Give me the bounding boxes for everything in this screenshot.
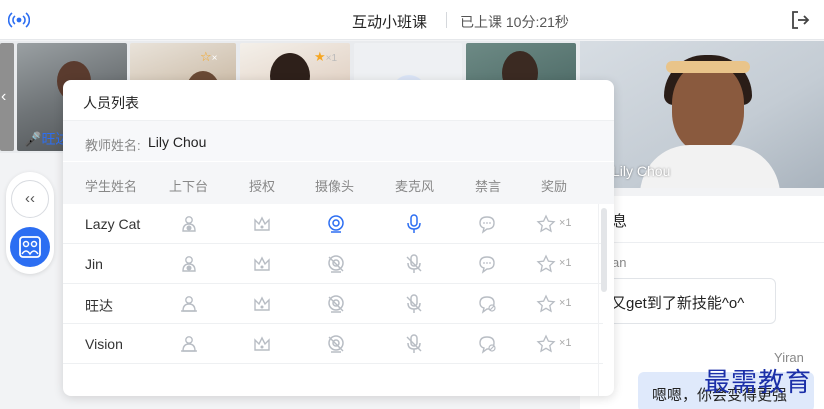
student-name: 旺达 (85, 298, 113, 314)
col-header-microphone: 麦克风 (395, 179, 435, 194)
student-row: Jin ×1 (63, 244, 603, 284)
popup-title: 人员列表 (83, 95, 139, 111)
mute-chat-toggle-icon[interactable] (476, 333, 498, 355)
star-icon: ☆ (200, 49, 212, 64)
teacher-label: 教师姓名: (85, 138, 141, 153)
student-row: 旺达 ×1 (63, 284, 603, 324)
broadcast-signal-icon[interactable] (7, 11, 31, 29)
authorize-toggle-icon[interactable] (251, 253, 273, 275)
scrollbar[interactable] (601, 208, 607, 292)
teacher-face (672, 63, 744, 153)
student-row: Vision ×1 (63, 324, 603, 364)
col-header-student-name: 学生姓名 (85, 179, 138, 194)
mute-chat-toggle-icon[interactable] (476, 213, 498, 235)
col-header-camera: 摄像头 (315, 179, 355, 194)
chevron-left-icon[interactable]: ‹ (1, 88, 6, 106)
col-header-reward: 奖励 (541, 179, 568, 194)
camera-toggle-icon[interactable] (325, 253, 347, 275)
teacher-video-name: Lily Chou (612, 163, 671, 179)
authorize-toggle-icon[interactable] (251, 333, 273, 355)
class-title: 互动小班课 (352, 14, 428, 31)
reward-star-icon[interactable] (535, 213, 557, 235)
stage-toggle-icon[interactable] (178, 333, 200, 355)
chat-message: 又get到了新技能^o^ (598, 278, 776, 324)
student-name: Vision (85, 336, 123, 352)
teacher-row (63, 121, 614, 161)
chat-title: 息 (612, 213, 628, 230)
mute-chat-toggle-icon[interactable] (476, 253, 498, 275)
top-bar: 互动小班课 已上课 10分:21秒 (0, 0, 824, 40)
double-chevron-left-icon: ‹‹ (25, 190, 35, 207)
exit-icon[interactable] (789, 9, 811, 31)
member-list-popup: 人员列表 教师姓名: Lily Chou 学生姓名 上下台 授权 摄像头 麦克风… (63, 80, 614, 396)
reward-count: ×1 (559, 297, 572, 309)
col-header-authorize: 授权 (249, 179, 276, 194)
reward-star-icon[interactable] (535, 253, 557, 275)
student-name: Lazy Cat (85, 216, 141, 232)
camera-toggle-icon[interactable] (325, 333, 347, 355)
watermark-logo: 最需教育 (704, 368, 813, 398)
reward-count: ×1 (559, 257, 572, 269)
authorize-toggle-icon[interactable] (251, 293, 273, 315)
col-header-stage: 上下台 (169, 179, 209, 194)
microphone-toggle-icon[interactable] (403, 253, 425, 275)
authorize-toggle-icon[interactable] (251, 213, 273, 235)
classroom-app: 互动小班课 已上课 10分:21秒 ‹ 🎤旺达 ☆× ★×1 Lily Chou… (0, 0, 824, 409)
collapse-button[interactable]: ‹‹ (11, 180, 49, 218)
class-timer: 已上课 10分:21秒 (460, 14, 569, 30)
reward-count: ×1 (559, 217, 572, 229)
mute-chat-toggle-icon[interactable] (476, 293, 498, 315)
member-list-button[interactable] (10, 227, 50, 267)
camera-toggle-icon[interactable] (325, 213, 347, 235)
teacher-headband (666, 61, 750, 73)
reward-star-icon[interactable] (535, 293, 557, 315)
reward-badge: ★×1 (314, 49, 338, 64)
reward-star-icon[interactable] (535, 333, 557, 355)
microphone-toggle-icon[interactable] (403, 333, 425, 355)
camera-toggle-icon[interactable] (325, 293, 347, 315)
stage-toggle-icon[interactable] (178, 293, 200, 315)
student-row: Lazy Cat ×1 (63, 204, 603, 244)
teacher-name: Lily Chou (148, 134, 207, 150)
title-divider (446, 12, 447, 28)
star-icon: ★ (314, 49, 326, 64)
reward-count: ×1 (559, 337, 572, 349)
members-icon (19, 236, 41, 258)
teacher-video[interactable]: Lily Chou (580, 41, 824, 188)
stage-toggle-icon[interactable] (178, 213, 200, 235)
student-name: Jin (85, 256, 103, 272)
col-header-mute: 禁言 (475, 179, 502, 194)
reward-badge: ☆× (200, 49, 218, 64)
microphone-toggle-icon[interactable] (403, 293, 425, 315)
microphone-toggle-icon[interactable] (403, 213, 425, 235)
chat-sender: an (612, 255, 627, 270)
chat-divider (580, 242, 824, 243)
scroll-track (598, 204, 599, 396)
stage-toggle-icon[interactable] (178, 253, 200, 275)
